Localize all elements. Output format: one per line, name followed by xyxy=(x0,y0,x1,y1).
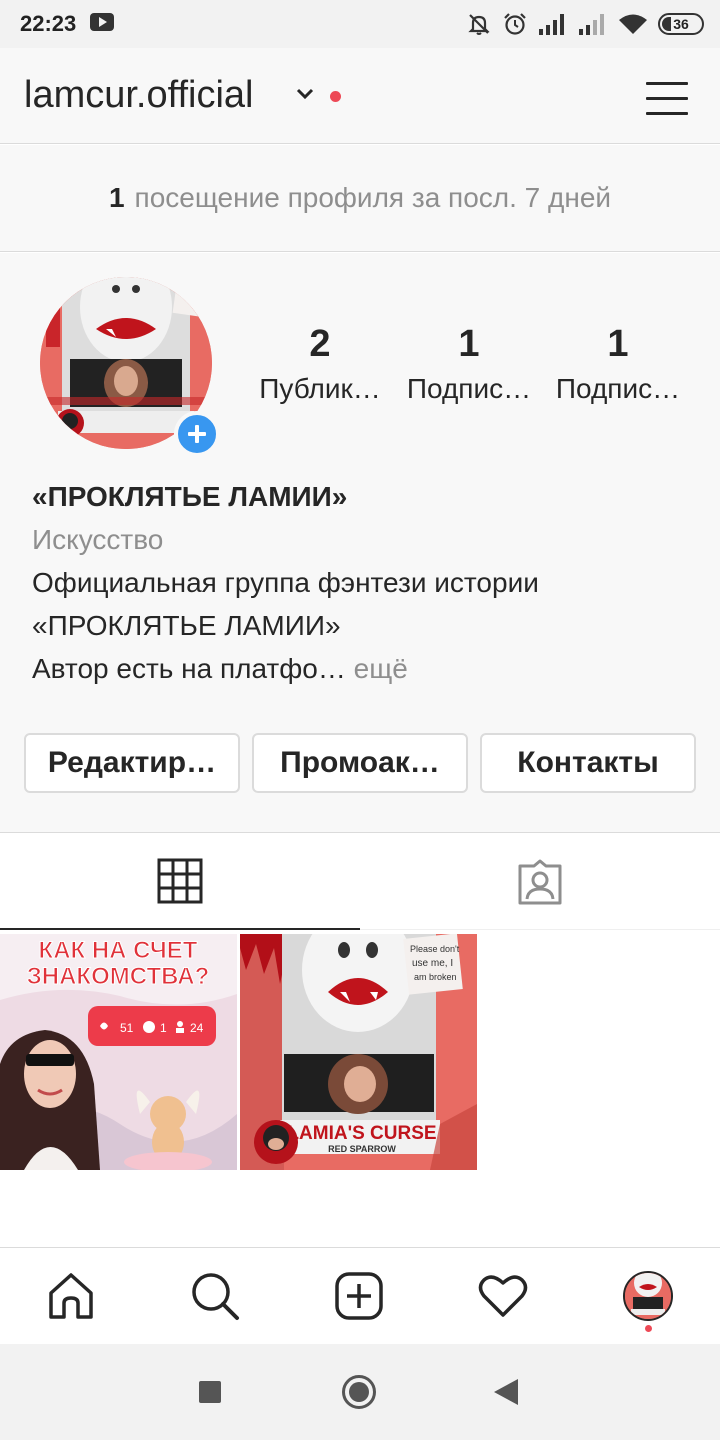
tab-tagged[interactable] xyxy=(360,834,720,930)
mute-icon xyxy=(468,14,490,35)
stat-following-label: Подпис… xyxy=(555,373,681,404)
username[interactable]: lamcur.official xyxy=(24,74,254,117)
follows-count: 24 xyxy=(190,1021,204,1035)
contacts-button[interactable]: Контакты xyxy=(480,733,696,793)
tab-grid[interactable] xyxy=(0,834,360,930)
bio-line-truncated: Автор есть на платфо… ещё xyxy=(32,647,692,690)
visits-text: посещение профиля за посл. 7 дней xyxy=(134,182,612,213)
search-icon xyxy=(192,1273,239,1320)
back-button[interactable] xyxy=(494,1379,518,1405)
home-button[interactable] xyxy=(342,1375,376,1409)
post-thumbnail[interactable]: КАК НА СЧЕТ ЗНАКОМСТВА? 51 1 24 xyxy=(0,934,237,1170)
stat-posts-value: 2 xyxy=(309,323,331,365)
tagged-icon xyxy=(518,859,562,905)
posts-grid: КАК НА СЧЕТ ЗНАКОМСТВА? 51 1 24 Please d… xyxy=(0,934,720,1170)
add-story-icon[interactable] xyxy=(174,411,220,457)
stat-followers-value: 1 xyxy=(458,323,480,365)
edit-profile-button[interactable]: Редактир… xyxy=(24,733,240,793)
post-note-line: Please don't xyxy=(410,944,460,954)
stat-following[interactable]: 1 Подпис… xyxy=(548,321,688,405)
bio-line: Официальная группа фэнтези истории xyxy=(32,567,539,598)
signal-icon xyxy=(539,14,564,35)
profile-name: «ПРОКЛЯТЬЕ ЛАМИИ» xyxy=(32,481,348,512)
profile-avatar xyxy=(623,1271,673,1321)
profile-header: lamcur.official xyxy=(0,48,720,144)
wifi-icon xyxy=(619,14,647,34)
post-title: LAMIA'S CURSE xyxy=(287,1123,436,1144)
profile-category: Искусство xyxy=(32,524,164,555)
profile-visits[interactable]: 1 посещение профиля за посл. 7 дней xyxy=(0,145,720,252)
bio-line: «ПРОКЛЯТЬЕ ЛАМИИ» xyxy=(32,610,341,641)
system-nav-bar xyxy=(0,1344,720,1440)
new-post-icon xyxy=(335,1272,383,1320)
post-subtitle: RED SPARROW xyxy=(328,1144,396,1154)
notification-dot xyxy=(330,91,341,102)
post-note-line: am broken xyxy=(414,972,457,982)
profile-section: 2 Публик… 1 Подпис… 1 Подпис… «ПРОКЛЯТЬЕ… xyxy=(0,253,720,833)
bottom-nav xyxy=(0,1247,720,1343)
likes-count: 51 xyxy=(120,1021,134,1035)
stat-posts-label: Публик… xyxy=(259,373,381,404)
comments-count: 1 xyxy=(160,1021,167,1035)
nav-activity[interactable] xyxy=(477,1270,529,1322)
recents-button[interactable] xyxy=(199,1381,221,1403)
chevron-down-icon[interactable] xyxy=(296,88,314,100)
grid-icon xyxy=(157,858,203,904)
stat-followers-label: Подпис… xyxy=(406,373,532,404)
status-icons: 36 xyxy=(466,10,704,38)
stat-posts[interactable]: 2 Публик… xyxy=(250,321,390,405)
battery-level: 36 xyxy=(671,16,691,32)
status-time: 22:23 xyxy=(20,11,77,36)
promotions-button[interactable]: Промоак… xyxy=(252,733,468,793)
bio: «ПРОКЛЯТЬЕ ЛАМИИ» Искусство Официальная … xyxy=(32,475,692,690)
youtube-icon xyxy=(90,13,114,31)
stat-followers[interactable]: 1 Подпис… xyxy=(399,321,539,405)
alarm-icon xyxy=(504,13,526,35)
notification-dot xyxy=(645,1325,652,1332)
hamburger-icon[interactable] xyxy=(646,80,690,116)
nav-profile[interactable] xyxy=(622,1270,674,1322)
heart-icon xyxy=(478,1275,528,1317)
home-icon xyxy=(49,1273,93,1319)
visits-count: 1 xyxy=(108,182,125,213)
post-note-line: use me, I xyxy=(412,958,453,969)
bio-line-text: Автор есть на платфо… xyxy=(32,653,346,684)
nav-search[interactable] xyxy=(189,1270,241,1322)
battery-icon: 36 xyxy=(658,13,704,35)
status-bar: 22:23 36 xyxy=(0,0,720,48)
signal-icon xyxy=(579,14,604,35)
nav-home[interactable] xyxy=(45,1270,97,1322)
post-title-line: КАК НА СЧЕТ xyxy=(39,937,198,964)
post-thumbnail[interactable]: Please don't use me, I am broken LAMIA'S… xyxy=(240,934,477,1170)
bio-more-link[interactable]: ещё xyxy=(346,653,408,684)
stat-following-value: 1 xyxy=(607,323,629,365)
profile-tabs xyxy=(0,834,720,930)
profile-actions: Редактир… Промоак… Контакты xyxy=(24,733,696,793)
nav-new-post[interactable] xyxy=(333,1270,385,1322)
post-title-line: ЗНАКОМСТВА? xyxy=(27,963,210,990)
